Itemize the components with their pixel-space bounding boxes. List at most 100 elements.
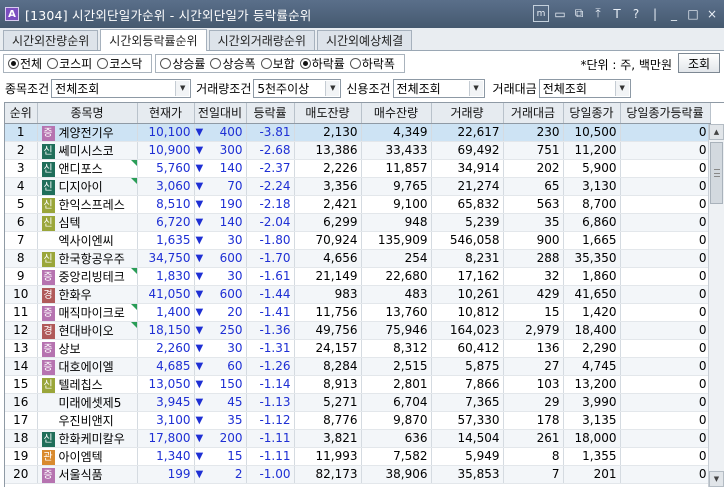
stock-name-cell[interactable]: 증 중앙리빙테크 [37,267,138,286]
stock-name-cell[interactable]: 경 현대바이오 [37,321,138,340]
scroll-down-icon[interactable]: ▼ [709,471,724,487]
table-row[interactable]: 10 경 한화우 41,050 ▼ 600 -1.44 983 483 10,261 429 41,6… [5,285,711,304]
stock-name-cell[interactable]: 경 한화우 [37,285,138,304]
stock-name-cell[interactable]: 신 앤디포스 [37,159,138,178]
radio-market-all[interactable]: 전체 [8,55,42,72]
radio-sort-rise-rate[interactable]: 상승률 [160,55,205,72]
column-header[interactable]: 등락률 [246,103,295,124]
table-row[interactable]: 16 미래에셋제5 3,945 ▼ 45 -1.13 5,271 6,704 7,365 29 3,… [5,393,711,412]
table-row[interactable]: 2 신 쎄미시스코 10,900 ▼ 300 -2.68 13,386 33,433 69,492… [5,141,711,160]
screen-icon[interactable]: ▭ [552,5,568,22]
price-cell: 10,900 [137,141,195,160]
help-icon[interactable]: ? [628,5,644,22]
minimize-icon[interactable]: _ [666,5,682,22]
table-row[interactable]: 4 신 디지아이 3,060 ▼ 70 -2.24 3,356 9,765 21,274 65 3,1… [5,177,711,196]
table-row[interactable]: 17 우진비앤지 3,100 ▼ 35 -1.12 8,776 9,870 57,330 178 3… [5,411,711,430]
stock-name-cell[interactable]: 신 한국항공우주 [37,249,138,268]
tab-afterhours-remaining[interactable]: 시간외잔량순위 [3,30,99,50]
stock-name-cell[interactable]: 신 심텍 [37,213,138,232]
radio-sort-fall-rate[interactable]: 하락률 [299,55,345,72]
font-size-icon[interactable]: T [609,5,625,22]
pin-top-icon[interactable]: ⤒ [590,5,606,22]
column-header[interactable]: 거래량 [431,103,504,124]
scroll-up-icon[interactable]: ▲ [709,124,724,140]
radio-sort-fall-amount[interactable]: 하락폭 [349,55,395,72]
note-corner-icon [130,303,136,310]
stock-name-cell[interactable]: 신 쎄미시스코 [37,141,138,160]
price-cell: 3,100 [137,411,195,430]
column-header[interactable]: 현재가 [137,103,195,124]
radio-market-kosdaq[interactable]: 코스닥 [97,55,142,72]
volume-cell: 5,949 [431,447,504,466]
table-row[interactable]: 18 신 한화케미칼우 17,800 ▼ 200 -1.11 3,821 636 14,504 26… [5,429,711,448]
down-triangle-icon: ▼ [195,324,204,336]
stock-name-cell[interactable]: 증 상보 [37,339,138,358]
vertical-scrollbar[interactable]: ▲ ▼ [708,124,724,487]
table-row[interactable]: 6 신 심텍 6,720 ▼ 140 -2.04 6,299 948 5,239 35 6,860 0 [5,213,711,232]
table-row[interactable]: 8 신 한국항공우주 34,750 ▼ 600 -1.70 4,656 254 8,231 288 3… [5,249,711,268]
diff-value: 30 [227,233,243,247]
menu-icon[interactable]: m [533,5,549,22]
column-header[interactable]: 당일종가 [563,103,621,124]
volume-condition-select[interactable]: 5천주이상 ▼ [253,78,342,98]
diff-cell: ▼ 45 [194,393,247,412]
buy-remaining-cell: 2,801 [361,375,432,394]
column-header[interactable]: 당일종가등락률 [620,103,711,124]
stock-name-cell[interactable]: 엑사이엔씨 [37,231,138,250]
column-header[interactable]: 순위 [5,103,38,124]
tab-afterhours-volume[interactable]: 시간외거래량순위 [208,30,315,50]
tab-afterhours-rate[interactable]: 시간외등락률순위 [100,29,207,51]
column-header[interactable]: 거래대금 [503,103,564,124]
table-row[interactable]: 20 증 서울식품 199 ▼ 2 -1.00 82,173 38,906 35,853 7 201 0 [5,465,711,484]
stock-name-cell[interactable]: 신 한화케미칼우 [37,429,138,448]
price-cell: 13,050 [137,375,195,394]
table-row[interactable]: 12 경 현대바이오 18,150 ▼ 250 -1.36 49,756 75,946 164,0… [5,321,711,340]
buy-remaining-cell: 9,870 [361,411,432,430]
stock-condition-select[interactable]: 전체조회 ▼ [51,78,192,98]
stock-name-cell[interactable]: 신 텔레칩스 [37,375,138,394]
stock-name-cell[interactable]: 우진비앤지 [37,411,138,430]
stock-name-cell[interactable]: 증 매직마이크로 [37,303,138,322]
column-header[interactable]: 전일대비 [194,103,247,124]
table-row[interactable]: 19 관 아이엠텍 1,340 ▼ 15 -1.11 11,993 7,582 5,949 8 1,3… [5,447,711,466]
column-header[interactable]: 종목명 [37,103,138,124]
stock-name-cell[interactable]: 증 계양전기우 [37,123,138,142]
table-row[interactable]: 13 증 상보 2,260 ▼ 30 -1.31 24,157 8,312 60,412 136 2,… [5,339,711,358]
sell-remaining-cell: 24,157 [294,339,362,358]
stock-name-cell[interactable]: 신 한익스프레스 [37,195,138,214]
stock-name-cell[interactable]: 증 서울식품 [37,465,138,484]
table-row[interactable]: 9 증 중앙리빙테크 1,830 ▼ 30 -1.61 21,149 22,680 17,162 3… [5,267,711,286]
maximize-icon[interactable]: □ [685,5,701,22]
table-row[interactable]: 1 증 계양전기우 10,100 ▼ 400 -3.81 2,130 4,349 22,617 23… [5,123,711,142]
table-row[interactable]: 5 신 한익스프레스 8,510 ▼ 190 -2.18 2,421 9,100 65,832 56… [5,195,711,214]
scrollbar-thumb[interactable] [710,142,723,204]
radio-sort-unchanged[interactable]: 보합 [260,55,295,72]
stock-name-cell[interactable]: 증 대호에이엘 [37,357,138,376]
diff-wrap: ▼ 45 [196,395,246,409]
table-row[interactable]: 3 신 앤디포스 5,760 ▼ 140 -2.37 2,226 11,857 34,914 202… [5,159,711,178]
stock-name-cell[interactable]: 미래에셋제5 [37,393,138,412]
close-icon[interactable]: × [704,5,720,22]
stock-name-cell[interactable]: 관 아이엠텍 [37,447,138,466]
stock-name-cell[interactable]: 신 디지아이 [37,177,138,196]
down-triangle-icon: ▼ [195,288,204,300]
table-row[interactable]: 14 증 대호에이엘 4,685 ▼ 60 -1.26 8,284 2,515 5,875 27 4,… [5,357,711,376]
radio-market-kospi[interactable]: 코스피 [47,55,92,72]
radio-sort-rise-amount[interactable]: 상승폭 [210,55,256,72]
table-row[interactable]: 11 증 매직마이크로 1,400 ▼ 20 -1.41 11,756 13,760 10,812… [5,303,711,322]
sell-remaining-cell: 49,756 [294,321,362,340]
link-window-icon[interactable]: ⧉ [571,5,587,22]
tab-afterhours-expected[interactable]: 시간외예상체결 [316,30,413,50]
sell-remaining-cell: 3,356 [294,177,362,196]
stock-status-badge: 신 [41,215,55,230]
lookup-button[interactable]: 조회 [678,53,720,73]
table-row[interactable]: 7 엑사이엔씨 1,635 ▼ 30 -1.80 70,924 135,909 546,058 9… [5,231,711,250]
amount-cell: 29 [503,393,564,412]
table-row[interactable]: 15 신 텔레칩스 13,050 ▼ 150 -1.14 8,913 2,801 7,866 103… [5,375,711,394]
amount-condition-select[interactable]: 전체조회 ▼ [538,78,631,98]
stock-status-badge: 관 [41,449,55,464]
column-header[interactable]: 매도잔량 [294,103,362,124]
column-header[interactable]: 매수잔량 [361,103,432,124]
credit-condition-select[interactable]: 전체조회 ▼ [392,78,485,98]
diff-cell: ▼ 250 [194,321,247,340]
